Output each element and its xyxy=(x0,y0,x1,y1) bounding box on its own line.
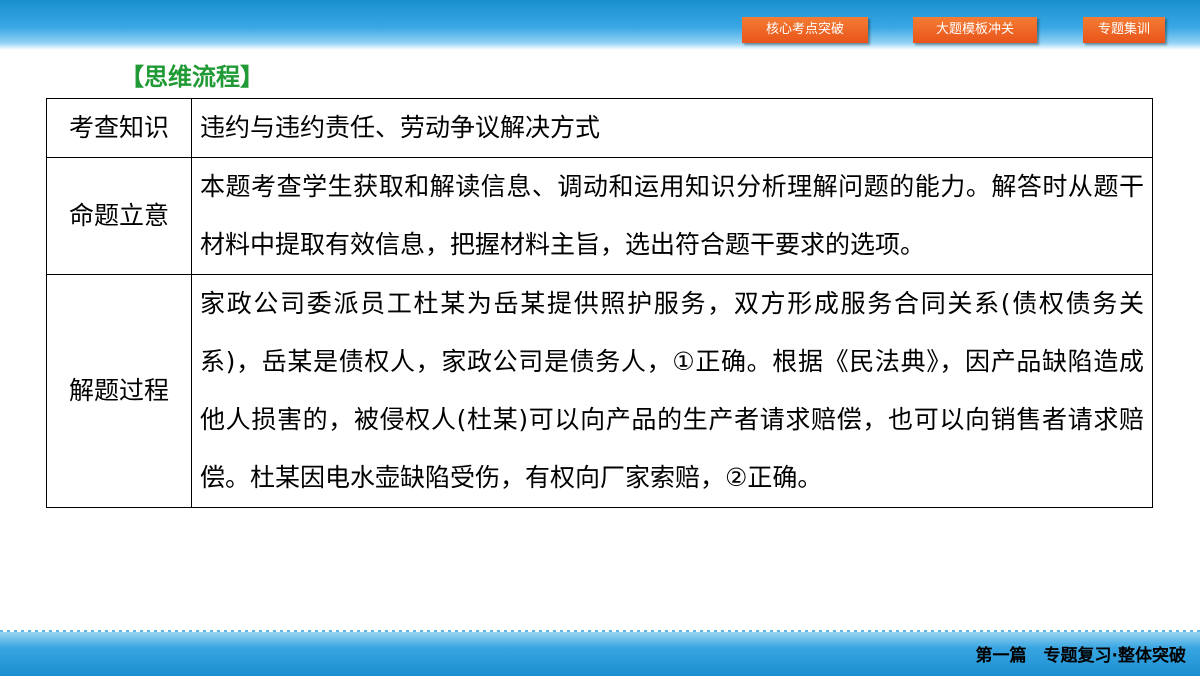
thinking-flow-table: 考查知识 违约与违约责任、劳动争议解决方式 命题立意 本题考查学生获取和解读信息… xyxy=(46,98,1153,508)
nav-big-question-template-button[interactable]: 大题模板冲关 xyxy=(913,17,1037,43)
nav-core-points-button[interactable]: 核心考点突破 xyxy=(742,17,868,43)
row-content-intent: 本题考查学生获取和解读信息、调动和运用知识分析理解问题的能力。解答时从题干材料中… xyxy=(191,157,1153,275)
row-content-knowledge: 违约与违约责任、劳动争议解决方式 xyxy=(191,98,1153,158)
row-label-intent: 命题立意 xyxy=(46,157,192,275)
footer-chapter-label: 第一篇 专题复习·整体突破 xyxy=(975,646,1186,666)
table-row: 解题过程 家政公司委派员工杜某为岳某提供照护服务，双方形成服务合同关系(债权债务… xyxy=(46,274,1153,508)
section-title: 【思维流程】 xyxy=(120,63,264,91)
row-label-process: 解题过程 xyxy=(46,274,192,508)
nav-topic-training-button[interactable]: 专题集训 xyxy=(1083,17,1165,43)
table-row: 命题立意 本题考查学生获取和解读信息、调动和运用知识分析理解问题的能力。解答时从… xyxy=(46,157,1153,275)
row-content-process: 家政公司委派员工杜某为岳某提供照护服务，双方形成服务合同关系(债权债务关系)，岳… xyxy=(191,274,1153,508)
table-row: 考查知识 违约与违约责任、劳动争议解决方式 xyxy=(46,98,1153,158)
row-label-knowledge: 考查知识 xyxy=(46,98,192,158)
